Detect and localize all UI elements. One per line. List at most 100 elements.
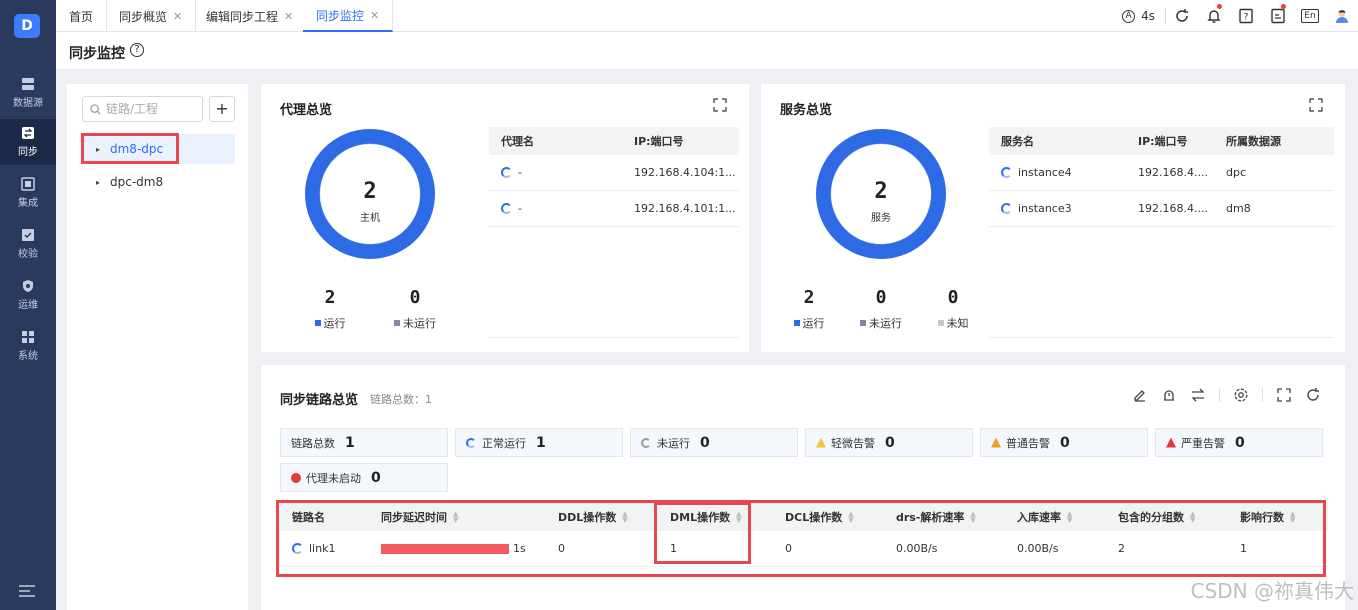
user-avatar-icon[interactable]	[1326, 0, 1358, 32]
col-ddl[interactable]: DDL操作数 ▲ ▼	[558, 503, 628, 531]
help-icon[interactable]: ?	[130, 43, 144, 57]
tab-sync-monitor[interactable]: 同步监控 ✕	[303, 0, 394, 32]
sort-icon[interactable]: ▲ ▼	[970, 511, 976, 524]
col-dcl[interactable]: DCL操作数 ▲ ▼	[785, 503, 854, 531]
refresh-icon[interactable]	[1305, 387, 1321, 403]
sort-icon[interactable]: ▲ ▼	[1190, 511, 1196, 524]
service-overview-panel: 服务总览 2 服务 2 运行 0 未运行 0 未知 服务名 IP:端口号 所属数据源 …	[761, 84, 1345, 352]
close-icon[interactable]: ✕	[284, 10, 293, 23]
close-icon[interactable]: ✕	[370, 9, 379, 22]
donut-label: 主机	[360, 213, 380, 224]
stat-label: 未运行	[403, 317, 436, 330]
tree-search[interactable]	[82, 96, 203, 122]
collapse-menu-icon[interactable]	[18, 584, 36, 598]
page-header: 同步监控 ?	[56, 32, 1358, 70]
card-label: 正常运行	[482, 436, 526, 450]
fullscreen-icon[interactable]	[713, 98, 727, 112]
header-label: DDL操作数	[558, 511, 617, 524]
nav-item-integration[interactable]: 集成	[0, 170, 56, 216]
delay-value: 1s	[513, 542, 526, 555]
card-running[interactable]: 正常运行 1	[455, 428, 623, 457]
card-label: 未运行	[657, 436, 690, 450]
card-value: 0	[700, 434, 710, 451]
col-dml[interactable]: DML操作数 ▲ ▼	[670, 503, 742, 531]
search-input[interactable]	[106, 102, 196, 116]
links-table: 链路名 同步延迟时间 ▲ ▼ DDL操作数 ▲ ▼ DML操作数 ▲ ▼ DCL操作数 ▲ ▼ …	[280, 503, 1328, 569]
nav-item-sync[interactable]: 同步	[0, 119, 56, 165]
link-name[interactable]: link1	[309, 542, 335, 555]
table-row[interactable]: instance3 192.168.4.... dm8	[989, 191, 1334, 227]
ops-icon	[21, 279, 35, 293]
sort-icon[interactable]: ▲ ▼	[736, 511, 742, 524]
alarm-icon[interactable]	[1161, 387, 1177, 403]
bell-icon[interactable]	[1198, 0, 1230, 32]
card-label: 代理未启动	[306, 471, 361, 485]
panel-title: 服务总览	[780, 103, 833, 118]
sort-icon[interactable]: ▲ ▼	[1067, 511, 1073, 524]
legend-swatch	[937, 320, 944, 326]
settings-icon[interactable]	[1233, 387, 1249, 403]
dcl-value: 0	[785, 542, 792, 555]
tree-node-dm8-dpc[interactable]: ▸ dm8-dpc	[82, 134, 235, 164]
nav-label: 集成	[18, 198, 38, 209]
table-row[interactable]: instance4 192.168.4.... dpc	[989, 155, 1334, 191]
donut-value: 2	[363, 179, 377, 204]
card-not-running[interactable]: 未运行 0	[630, 428, 798, 457]
stat-running: 2 运行	[788, 287, 830, 331]
auto-refresh-toggle[interactable]: A 4s	[1112, 9, 1165, 23]
service-ip: 192.168.4....	[1138, 202, 1208, 215]
fullscreen-icon[interactable]	[1276, 387, 1292, 403]
nav-item-system[interactable]: 系统	[0, 323, 56, 369]
close-icon[interactable]: ✕	[173, 10, 182, 23]
col-groups[interactable]: 包含的分组数 ▲ ▼	[1118, 503, 1196, 531]
sort-icon[interactable]: ▲ ▼	[848, 511, 854, 524]
language-label: En	[1301, 9, 1319, 23]
stat-unknown: 0 未知	[931, 287, 975, 331]
card-value: 0	[1235, 434, 1245, 451]
nav-item-datasource[interactable]: 数据源	[0, 70, 56, 116]
header-label: DCL操作数	[785, 511, 843, 524]
card-agent-not-started[interactable]: 代理未启动 0	[280, 463, 448, 492]
table-row[interactable]: link1 1s 0 1 0 0.00B/s 0.00B/s 2 1	[280, 531, 1328, 567]
app-logo[interactable]: D	[14, 14, 40, 38]
notification-dot	[1281, 4, 1286, 9]
card-critical-alarm[interactable]: 严重告警 0	[1155, 428, 1323, 457]
top-tab-bar: 首页 同步概览 ✕ 编辑同步工程 ✕ 同步监控 ✕ A 4s ? En	[56, 0, 1358, 32]
running-spinner-icon	[1001, 167, 1012, 178]
fullscreen-icon[interactable]	[1309, 98, 1323, 112]
card-label: 严重告警	[1181, 436, 1225, 450]
integration-icon	[21, 177, 35, 191]
table-row[interactable]: - 192.168.4.101:1...	[489, 191, 739, 227]
col-parse-rate[interactable]: drs-解析速率 ▲ ▼	[896, 503, 976, 531]
edit-icon[interactable]	[1132, 387, 1148, 403]
nav-item-ops[interactable]: 运维	[0, 272, 56, 318]
table-footer-line	[489, 337, 739, 338]
card-label: 轻微告警	[831, 436, 875, 450]
col-datasource: 所属数据源	[1226, 135, 1281, 148]
tab-sync-overview[interactable]: 同步概览 ✕	[106, 0, 197, 32]
add-button[interactable]: +	[209, 96, 235, 122]
table-row[interactable]: - 192.168.4.104:1...	[489, 155, 739, 191]
tree-node-dpc-dm8[interactable]: ▸ dpc-dm8	[82, 167, 235, 197]
sort-icon[interactable]: ▲ ▼	[453, 511, 459, 524]
col-affected-rows[interactable]: 影响行数 ▲ ▼	[1240, 503, 1296, 531]
caret-right-icon[interactable]: ▸	[90, 178, 106, 187]
tab-edit-sync-project[interactable]: 编辑同步工程 ✕	[193, 0, 308, 32]
sort-icon[interactable]: ▲ ▼	[1290, 511, 1296, 524]
tab-home[interactable]: 首页	[56, 0, 108, 32]
card-normal-alarm[interactable]: 普通告警 0	[980, 428, 1148, 457]
col-sync-delay[interactable]: 同步延迟时间 ▲ ▼	[381, 503, 459, 531]
card-minor-alarm[interactable]: 轻微告警 0	[805, 428, 973, 457]
refresh-icon[interactable]	[1166, 0, 1198, 32]
log-icon[interactable]	[1262, 0, 1294, 32]
sort-icon[interactable]: ▲ ▼	[622, 511, 628, 524]
caret-right-icon[interactable]: ▸	[90, 145, 106, 154]
card-total-links[interactable]: 链路总数 1	[280, 428, 448, 457]
nav-item-check[interactable]: 校验	[0, 221, 56, 267]
language-icon[interactable]: En	[1294, 0, 1326, 32]
switch-icon[interactable]	[1190, 387, 1206, 403]
ddl-value: 0	[558, 542, 565, 555]
col-load-rate[interactable]: 入库速率 ▲ ▼	[1017, 503, 1073, 531]
parse-rate-value: 0.00B/s	[896, 542, 938, 555]
help-doc-icon[interactable]: ?	[1230, 0, 1262, 32]
